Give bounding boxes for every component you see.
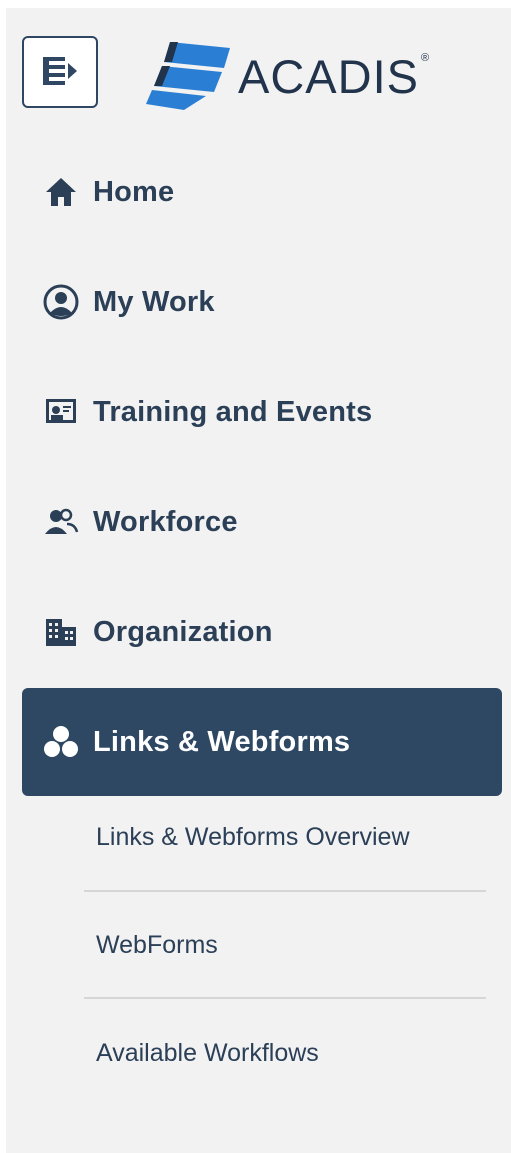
divider	[84, 890, 486, 892]
nav-item-label: Organization	[93, 615, 273, 648]
nav-item-label: Workforce	[93, 505, 238, 538]
registered-mark: ®	[421, 52, 430, 64]
nav-item-home[interactable]: Home	[22, 138, 502, 246]
collapse-sidebar-button[interactable]	[22, 36, 98, 108]
acadis-logo-mark-icon	[146, 42, 230, 110]
nav-item-label: Links & Webforms	[93, 725, 351, 758]
presentation-icon	[42, 393, 80, 431]
acadis-logo: ACADIS ®	[144, 38, 429, 110]
sub-item-available-workflows[interactable]: Available Workflows	[96, 1039, 496, 1068]
nav-item-workforce[interactable]: Workforce	[22, 468, 502, 576]
user-circle-icon	[42, 283, 80, 321]
users-icon	[42, 503, 80, 541]
nav-item-links-and-webforms[interactable]: Links & Webforms	[22, 688, 502, 796]
home-icon	[42, 173, 80, 211]
nav-item-label: My Work	[93, 285, 215, 318]
brand-name: ACADIS	[238, 49, 419, 103]
sub-item-webforms[interactable]: WebForms	[96, 931, 496, 960]
building-icon	[42, 613, 80, 651]
nav-item-label: Home	[93, 175, 175, 208]
nav-item-training-and-events[interactable]: Training and Events	[22, 358, 502, 466]
sub-item-links-and-webforms-overview[interactable]: Links & Webforms Overview	[96, 823, 496, 852]
cubes-icon	[42, 723, 80, 761]
nav-item-organization[interactable]: Organization	[22, 578, 502, 686]
nav-item-my-work[interactable]: My Work	[22, 248, 502, 356]
divider	[84, 997, 486, 999]
sidebar: ACADIS ® Home My Work Training and Event…	[6, 8, 511, 1153]
collapse-menu-icon	[43, 57, 77, 85]
sidebar-header: ACADIS ®	[6, 8, 511, 118]
nav-item-label: Training and Events	[93, 395, 373, 428]
